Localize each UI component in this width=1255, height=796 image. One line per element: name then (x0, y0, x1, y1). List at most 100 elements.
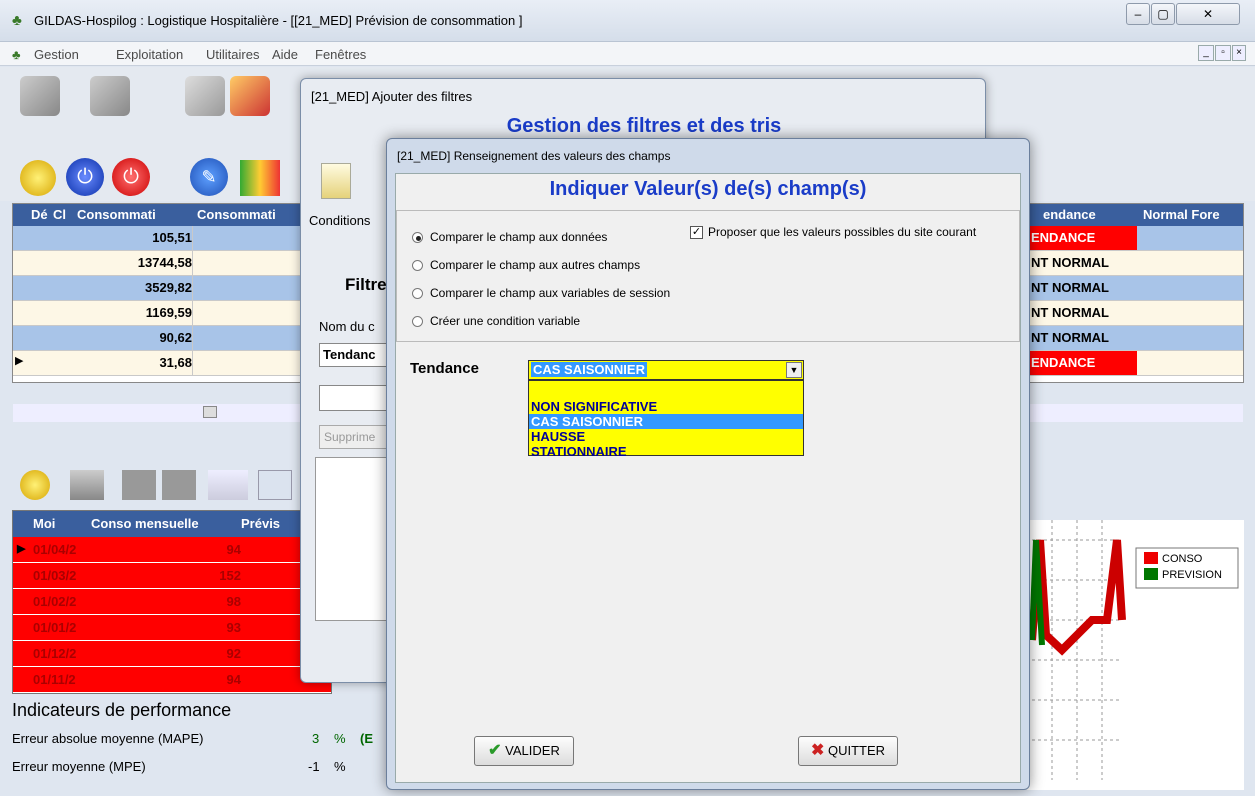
proposer-checkbox[interactable]: ✓ (690, 226, 703, 239)
table-row[interactable]: 01/03/2 152 (13, 563, 331, 589)
col-header[interactable]: Prévis (241, 516, 280, 531)
title-bar: ♣ GILDAS-Hospilog : Logistique Hospitali… (0, 0, 1255, 42)
chevron-down-icon[interactable]: ▼ (786, 362, 802, 378)
tendance-cell: NT NORMAL (1031, 280, 1109, 295)
menu-exploitation[interactable]: Exploitation (116, 47, 183, 62)
conso-cell: 152 (219, 568, 241, 583)
perf-unit: % (334, 731, 346, 746)
option-label[interactable]: Comparer le champ aux données (430, 230, 607, 244)
edit-list-icon[interactable] (185, 76, 225, 116)
perf-unit: % (334, 759, 346, 774)
perf-row: Erreur moyenne (MPE) -1 % (12, 759, 392, 787)
new-filter-icon[interactable] (321, 163, 351, 199)
mdi-close-button[interactable]: × (1232, 45, 1246, 61)
menu-bar: ♣ Gestion Exploitation Utilitaires Aide … (0, 42, 1255, 66)
legend-conso-swatch (1144, 552, 1158, 564)
perf-row: Erreur absolue moyenne (MAPE) 3 % (E (12, 731, 392, 759)
radio-option[interactable] (412, 288, 423, 299)
tendance-cell: NT NORMAL (1031, 305, 1109, 320)
list-option[interactable]: STATIONNAIRE (529, 444, 803, 459)
cell-value: 31,68 (159, 355, 192, 370)
menu-gestion[interactable]: Gestion (34, 47, 79, 62)
menu-app-icon: ♣ (12, 47, 21, 62)
cell-value: 105,51 (152, 230, 192, 245)
refresh-icon[interactable] (20, 470, 50, 500)
filters-heading: Gestion des filtres et des tris (506, 115, 782, 137)
quitter-button[interactable]: ✖ QUITTER (798, 736, 898, 766)
chart-area: CONSO PREVISION (1022, 520, 1244, 790)
chart-bars-icon[interactable] (240, 160, 280, 196)
table-row[interactable]: 01/11/2 94 (13, 667, 331, 693)
valider-button[interactable]: ✔ VALIDER (474, 736, 574, 766)
col-header[interactable]: endance (1043, 207, 1096, 222)
line-chart-icon[interactable] (208, 470, 248, 500)
power-red-icon[interactable]: ⏻ (112, 158, 150, 196)
conso-cell: 92 (226, 646, 241, 661)
tendance-dropdown-list[interactable]: NON SIGNIFICATIVE CAS SAISONNIER HAUSSE … (528, 380, 804, 459)
list-option[interactable]: CAS SAISONNIER (529, 414, 803, 429)
col-header[interactable]: Moi (33, 516, 55, 531)
database-icon[interactable] (70, 470, 104, 500)
legend-prevision-label: PREVISION (1162, 569, 1222, 581)
select-value: CAS SAISONNIER (531, 362, 647, 377)
toolbar-button[interactable] (162, 470, 196, 500)
conso-cell: 93 (226, 620, 241, 635)
list-option[interactable]: NON SIGNIFICATIVE (529, 399, 803, 414)
cell-value: 3529,82 (145, 280, 192, 295)
pencil-icon[interactable] (90, 76, 130, 116)
col-header[interactable]: Cl (53, 207, 66, 222)
table-row[interactable]: 01/01/2 93 (13, 615, 331, 641)
month-cell: 01/04/2 (33, 542, 77, 557)
maximize-button[interactable]: ▢ (1151, 3, 1175, 25)
edit-chart-icon[interactable] (230, 76, 270, 116)
month-cell: 01/11/2 (33, 672, 76, 687)
col-header[interactable]: Conso mensuelle (91, 516, 199, 531)
close-button[interactable]: ✕ (1176, 3, 1240, 25)
col-header[interactable]: Normal Fore (1143, 207, 1220, 222)
proposer-label[interactable]: Proposer que les valeurs possibles du si… (708, 225, 976, 239)
radio-option[interactable] (412, 232, 423, 243)
menu-aide[interactable]: Aide (272, 47, 298, 62)
toolbar-button[interactable] (122, 470, 156, 500)
wrench-icon[interactable]: ✎ (190, 158, 228, 196)
col-header[interactable]: Consommati (197, 207, 276, 222)
edit-icon[interactable] (20, 76, 60, 116)
conditions-label: Conditions (309, 213, 371, 228)
legend-conso-label: CONSO (1162, 553, 1203, 565)
monthly-grid: Moi Conso mensuelle Prévis ▶ 01/04/2 94 01… (12, 510, 332, 694)
mdi-minimize-button[interactable]: _ (1198, 45, 1214, 61)
option-label[interactable]: Comparer le champ aux variables de sessi… (430, 286, 670, 300)
table-row[interactable]: 01/12/2 92 (13, 641, 331, 667)
month-cell: 01/02/2 (33, 594, 77, 609)
window-title: GILDAS-Hospilog : Logistique Hospitalièr… (34, 13, 523, 28)
month-cell: 01/01/2 (33, 620, 77, 635)
values-dialog-body: Indiquer Valeur(s) de(s) champ(s) Compar… (395, 173, 1021, 783)
conso-cell: 98 (226, 594, 241, 609)
menu-fenetres[interactable]: Fenêtres (315, 47, 366, 62)
option-label[interactable]: Créer une condition variable (430, 314, 580, 328)
cell-value: 13744,58 (137, 255, 192, 270)
col-header[interactable]: Consommati (77, 207, 156, 222)
col-header[interactable]: Dé (31, 207, 48, 222)
cell-value: 90,62 (159, 330, 192, 345)
minimize-button[interactable]: – (1126, 3, 1150, 25)
scroll-thumb[interactable] (203, 406, 217, 418)
cell-value: 1169,59 (145, 305, 192, 320)
refresh-icon[interactable] (20, 160, 56, 196)
table-row[interactable]: ▶ 01/04/2 94 (13, 537, 331, 563)
radio-option[interactable] (412, 260, 423, 271)
tendance-select[interactable]: CAS SAISONNIER ▼ (528, 360, 804, 380)
option-label[interactable]: Comparer le champ aux autres champs (430, 258, 640, 272)
filtre-label: Filtre (345, 275, 387, 294)
cross-icon: ✖ (810, 742, 825, 759)
mdi-restore-button[interactable]: ▫ (1215, 45, 1231, 61)
quitter-label: QUITTER (827, 743, 886, 758)
calendar-icon[interactable] (258, 470, 292, 500)
radio-option[interactable] (412, 316, 423, 327)
table-row[interactable]: 01/02/2 98 (13, 589, 331, 615)
list-option[interactable]: HAUSSE (529, 429, 803, 444)
month-cell: 01/03/2 (33, 568, 77, 583)
filters-dialog-title: [21_MED] Ajouter des filtres (311, 89, 473, 104)
power-blue-icon[interactable]: ⏻ (66, 158, 104, 196)
menu-utilitaires[interactable]: Utilitaires (206, 47, 259, 62)
